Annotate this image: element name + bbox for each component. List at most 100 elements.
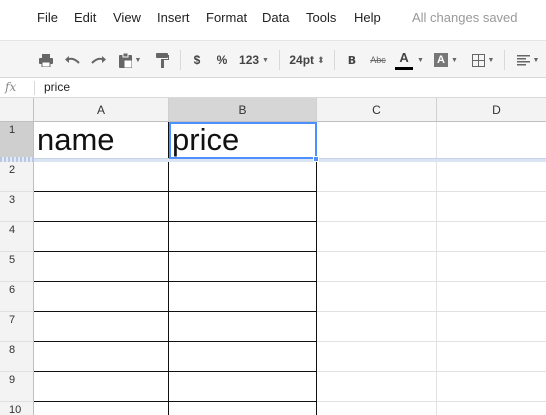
cell-a1-value: name xyxy=(37,122,115,157)
row-header-5[interactable]: 5 xyxy=(0,252,34,282)
cell-c6[interactable] xyxy=(317,282,437,312)
paste-button[interactable]: ▼ xyxy=(113,50,147,70)
cell-a5[interactable] xyxy=(34,252,169,282)
font-size-menu[interactable]: 24pt ⬍ xyxy=(287,50,327,70)
toolbar-divider xyxy=(180,50,181,70)
chevron-down-icon: ▼ xyxy=(451,56,458,64)
cell-b2[interactable] xyxy=(169,162,317,192)
toolbar: ▼ $ % 123 ▼ 24pt ⬍ B Abc A ▼ A ▼ ▼ ▼ xyxy=(0,40,546,78)
cell-d10[interactable] xyxy=(437,402,546,415)
menu-edit[interactable]: Edit xyxy=(74,10,96,25)
cell-d6[interactable] xyxy=(437,282,546,312)
fx-icon: fx xyxy=(5,80,17,94)
strikethrough-button[interactable]: Abc xyxy=(368,50,388,70)
cell-c7[interactable] xyxy=(317,312,437,342)
cell-b5[interactable] xyxy=(169,252,317,282)
cell-a3[interactable] xyxy=(34,192,169,222)
cell-a9[interactable] xyxy=(34,372,169,402)
fill-color-button[interactable]: A ▼ xyxy=(430,50,462,70)
redo-button[interactable] xyxy=(89,50,107,70)
cell-a6[interactable] xyxy=(34,282,169,312)
cell-a2[interactable] xyxy=(34,162,169,192)
cell-a1[interactable]: name xyxy=(34,122,169,159)
chevron-down-icon: ▼ xyxy=(417,56,424,64)
print-icon xyxy=(39,53,53,67)
cell-a10[interactable] xyxy=(34,402,169,415)
stepper-icon: ⬍ xyxy=(317,54,325,65)
borders-button[interactable]: ▼ xyxy=(467,50,499,70)
text-color-button[interactable]: A ▼ xyxy=(392,50,426,70)
fill-color-icon: A xyxy=(434,53,449,67)
menu-tools[interactable]: Tools xyxy=(306,10,336,25)
formula-bar: fx price xyxy=(0,78,546,98)
cell-b7[interactable] xyxy=(169,312,317,342)
cell-d9[interactable] xyxy=(437,372,546,402)
currency-format-button[interactable]: $ xyxy=(190,50,204,70)
row-header-3[interactable]: 3 xyxy=(0,192,34,222)
cell-c8[interactable] xyxy=(317,342,437,372)
row-header-2[interactable]: 2 xyxy=(0,162,34,192)
column-header-c[interactable]: C xyxy=(317,98,437,122)
cell-b6[interactable] xyxy=(169,282,317,312)
cell-b8[interactable] xyxy=(169,342,317,372)
cell-d8[interactable] xyxy=(437,342,546,372)
active-cell-selection xyxy=(169,122,317,159)
cell-b3[interactable] xyxy=(169,192,317,222)
paint-format-icon xyxy=(155,52,169,68)
undo-button[interactable] xyxy=(63,50,81,70)
formula-divider xyxy=(34,81,35,95)
cell-a8[interactable] xyxy=(34,342,169,372)
menu-bar: File Edit View Insert Format Data Tools … xyxy=(0,0,546,38)
chevron-down-icon: ▼ xyxy=(487,56,495,64)
column-header-b[interactable]: B xyxy=(169,98,317,122)
row-header-7[interactable]: 7 xyxy=(0,312,34,342)
row-header-6[interactable]: 6 xyxy=(0,282,34,312)
cell-b4[interactable] xyxy=(169,222,317,252)
row-header-10[interactable]: 10 xyxy=(0,402,34,415)
row-header-4[interactable]: 4 xyxy=(0,222,34,252)
cell-a4[interactable] xyxy=(34,222,169,252)
cell-c2[interactable] xyxy=(317,162,437,192)
cell-c3[interactable] xyxy=(317,192,437,222)
percent-format-button[interactable]: % xyxy=(215,50,229,70)
select-all-corner[interactable] xyxy=(0,98,34,122)
cell-a7[interactable] xyxy=(34,312,169,342)
cell-c10[interactable] xyxy=(317,402,437,415)
formula-input[interactable]: price xyxy=(44,80,70,94)
chevron-down-icon: ▼ xyxy=(262,56,269,64)
cell-c4[interactable] xyxy=(317,222,437,252)
menu-help[interactable]: Help xyxy=(354,10,381,25)
borders-icon xyxy=(471,53,485,67)
paint-format-button[interactable] xyxy=(154,50,170,70)
cell-b10[interactable] xyxy=(169,402,317,415)
cell-d1[interactable] xyxy=(437,122,546,159)
menu-view[interactable]: View xyxy=(113,10,141,25)
undo-icon xyxy=(64,56,80,64)
cell-c1[interactable] xyxy=(317,122,437,159)
column-header-d[interactable]: D xyxy=(437,98,546,122)
cell-d2[interactable] xyxy=(437,162,546,192)
cell-d5[interactable] xyxy=(437,252,546,282)
number-format-menu[interactable]: 123 ▼ xyxy=(236,50,272,70)
menu-data[interactable]: Data xyxy=(262,10,289,25)
chevron-down-icon: ▼ xyxy=(532,56,540,64)
row-header-1[interactable]: 1 xyxy=(0,122,34,159)
redo-icon xyxy=(90,56,106,64)
align-menu[interactable]: ▼ xyxy=(512,50,544,70)
menu-insert[interactable]: Insert xyxy=(157,10,190,25)
cell-d4[interactable] xyxy=(437,222,546,252)
bold-button[interactable]: B xyxy=(345,50,359,70)
row-header-9[interactable]: 9 xyxy=(0,372,34,402)
column-header-a[interactable]: A xyxy=(34,98,169,122)
fill-handle[interactable] xyxy=(313,156,319,162)
clipboard-icon xyxy=(118,52,132,68)
cell-c5[interactable] xyxy=(317,252,437,282)
cell-b9[interactable] xyxy=(169,372,317,402)
cell-c9[interactable] xyxy=(317,372,437,402)
cell-d7[interactable] xyxy=(437,312,546,342)
cell-d3[interactable] xyxy=(437,192,546,222)
print-button[interactable] xyxy=(37,50,55,70)
menu-format[interactable]: Format xyxy=(206,10,247,25)
row-header-8[interactable]: 8 xyxy=(0,342,34,372)
menu-file[interactable]: File xyxy=(37,10,58,25)
